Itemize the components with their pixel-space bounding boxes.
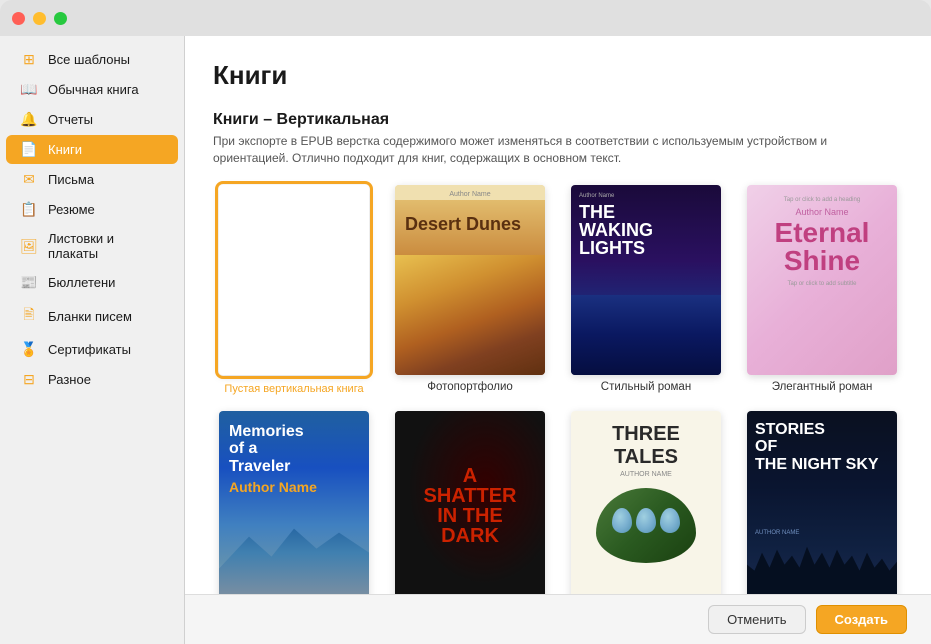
template-cover-avantgarde: ASHATTERIN THEDARK [395, 411, 545, 601]
template-label-photo: Фотопортфолио [427, 381, 513, 393]
sidebar-item-stationery[interactable]: 🖹 Бланки писем [6, 298, 178, 334]
sidebar-icon-stationery: 🖹 [20, 304, 38, 328]
sidebar-item-flyers[interactable]: 🖼 Листовки и плакаты [6, 225, 178, 267]
sidebar-icon-newsletters: 📰 [20, 274, 38, 291]
section-description: При экспорте в EPUB верстка содержимого … [213, 133, 893, 167]
sidebar-icon-reports: 🔔 [20, 111, 38, 128]
sidebar-label-newsletters: Бюллетени [48, 275, 115, 290]
sidebar-icon-flyers: 🖼 [20, 238, 38, 255]
template-label-blank: Пустая вертикальная книга [224, 383, 363, 395]
close-button[interactable] [12, 12, 25, 25]
template-cover-modern: STORIESOFTHE NIGHT SKY AUTHOR NAME [747, 411, 897, 601]
sidebar-label-flyers: Листовки и плакаты [48, 231, 164, 261]
template-item-avantgarde[interactable]: ASHATTERIN THEDARK Авангардный роман [389, 411, 551, 619]
sidebar-item-newsletters[interactable]: 📰 Бюллетени [6, 268, 178, 297]
template-cover-original: Memoriesof aTraveler Author Name [219, 411, 369, 601]
sidebar-item-letters[interactable]: ✉ Письма [6, 165, 178, 194]
template-label-stylish: Стильный роман [601, 381, 691, 393]
template-cover-elegant: Tap or click to add a heading Author Nam… [747, 185, 897, 375]
sidebar-label-stationery: Бланки писем [48, 309, 132, 324]
template-cover-stylish: Author Name THEWAKINGLIGHTS [571, 185, 721, 375]
sidebar-icon-letters: ✉ [20, 171, 38, 188]
sidebar-icon-books: 📄 [20, 141, 38, 158]
templates-grid: Пустая вертикальная книга Author Name De… [213, 185, 903, 644]
bottom-bar: Отменить Создать [185, 594, 931, 644]
section-title: Книги – Вертикальная [213, 111, 903, 129]
template-item-photo[interactable]: Author Name Desert Dunes Фотопортфолио [389, 185, 551, 395]
template-item-modern[interactable]: STORIESOFTHE NIGHT SKY AUTHOR NAME Совре… [741, 411, 903, 619]
template-cover-blank [219, 185, 369, 375]
sidebar-item-resume[interactable]: 📋 Резюме [6, 195, 178, 224]
sidebar-icon-book: 📖 [20, 81, 38, 98]
sidebar-label-resume: Резюме [48, 202, 95, 217]
create-button[interactable]: Создать [816, 605, 907, 634]
sidebar: ⊞ Все шаблоны 📖 Обычная книга 🔔 Отчеты 📄… [0, 36, 185, 644]
sidebar-label-misc: Разное [48, 372, 91, 387]
sidebar-label-books: Книги [48, 142, 82, 157]
template-cover-simple: THREE TALES AUTHOR NAME [571, 411, 721, 601]
sidebar-label-book: Обычная книга [48, 82, 139, 97]
maximize-button[interactable] [54, 12, 67, 25]
template-item-stylish[interactable]: Author Name THEWAKINGLIGHTS Стильный ром… [565, 185, 727, 395]
sidebar-label-letters: Письма [48, 172, 94, 187]
sidebar-item-misc[interactable]: ⊟ Разное [6, 365, 178, 394]
template-item-elegant[interactable]: Tap or click to add a heading Author Nam… [741, 185, 903, 395]
sidebar-item-book[interactable]: 📖 Обычная книга [6, 75, 178, 104]
title-bar [0, 0, 931, 36]
minimize-button[interactable] [33, 12, 46, 25]
sidebar-item-books[interactable]: 📄 Книги [6, 135, 178, 164]
template-item-blank[interactable]: Пустая вертикальная книга [213, 185, 375, 395]
sidebar-icon-certificates: 🏅 [20, 341, 38, 358]
sidebar-icon-resume: 📋 [20, 201, 38, 218]
sidebar-icon-misc: ⊟ [20, 371, 38, 388]
template-cover-photo: Author Name Desert Dunes [395, 185, 545, 375]
content-area: Книги Книги – Вертикальная При экспорте … [185, 36, 931, 644]
sidebar-icon-all: ⊞ [20, 51, 38, 68]
sidebar-label-all: Все шаблоны [48, 52, 130, 67]
main-content: ⊞ Все шаблоны 📖 Обычная книга 🔔 Отчеты 📄… [0, 36, 931, 644]
sidebar-label-reports: Отчеты [48, 112, 93, 127]
sidebar-label-certificates: Сертификаты [48, 342, 131, 357]
template-item-simple[interactable]: THREE TALES AUTHOR NAME Простой роман [565, 411, 727, 619]
sidebar-item-certificates[interactable]: 🏅 Сертификаты [6, 335, 178, 364]
template-item-original[interactable]: Memoriesof aTraveler Author Name Оригина… [213, 411, 375, 619]
cancel-button[interactable]: Отменить [708, 605, 805, 634]
template-label-elegant: Элегантный роман [772, 381, 873, 393]
page-title: Книги [213, 60, 903, 91]
sidebar-item-reports[interactable]: 🔔 Отчеты [6, 105, 178, 134]
sidebar-item-all[interactable]: ⊞ Все шаблоны [6, 45, 178, 74]
